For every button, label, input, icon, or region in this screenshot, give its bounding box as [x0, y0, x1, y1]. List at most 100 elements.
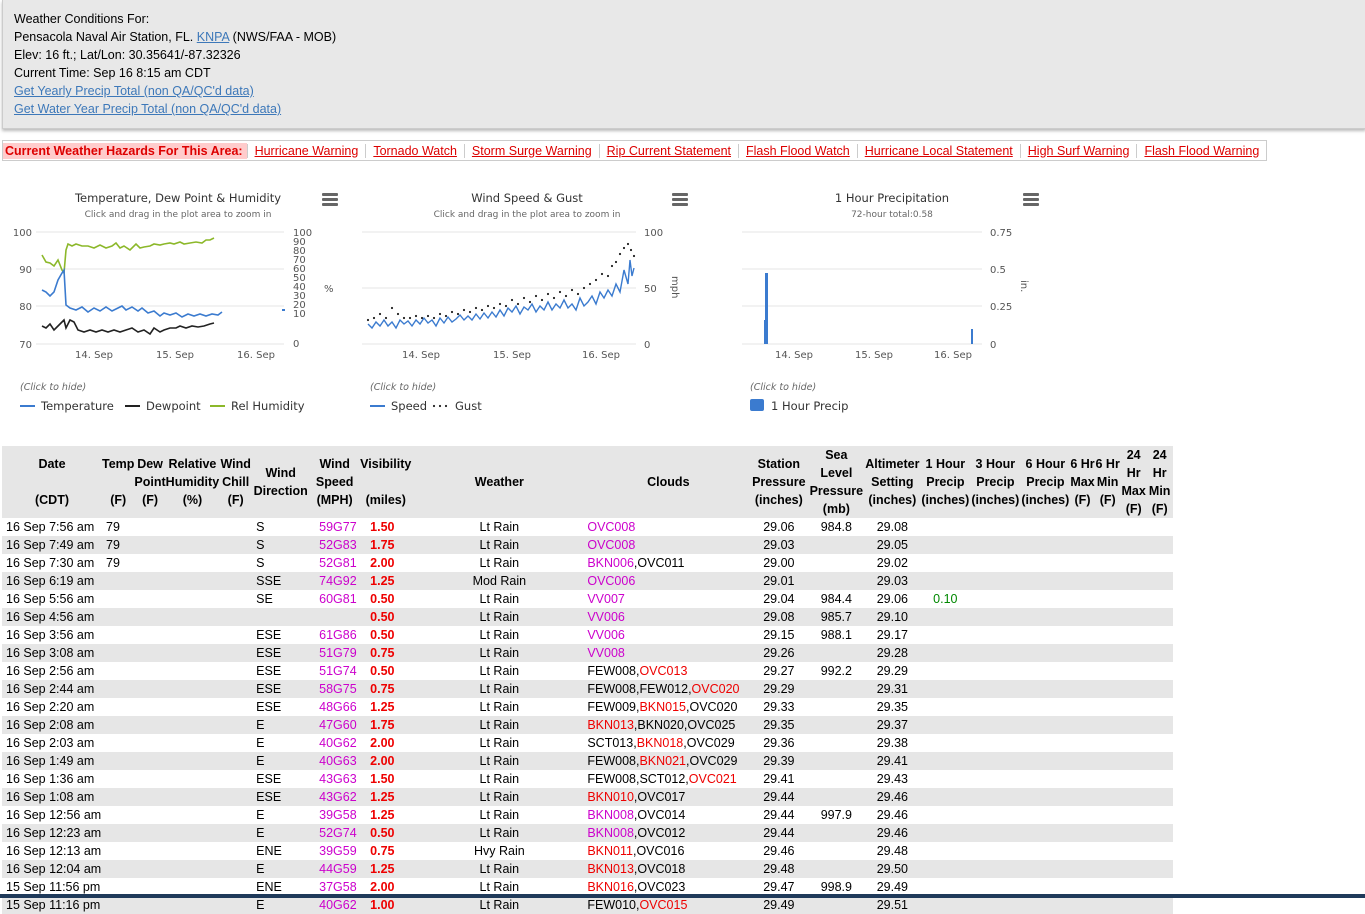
cloud-layer: FEW010, [587, 898, 640, 912]
legend-gust[interactable]: Gust [455, 399, 482, 413]
cell-clouds: VV006 [587, 608, 750, 626]
cell-altimeter: 29.31 [864, 680, 921, 698]
cell-6hr-max [1070, 644, 1095, 662]
cell-6hr-precip [1020, 806, 1071, 824]
cell-wind-chill [219, 896, 253, 914]
cell-altimeter: 29.46 [864, 824, 921, 842]
cell-24hr-max [1120, 806, 1147, 824]
table-row: 16 Sep 12:56 am E 39G58 1.25 Lt Rain BKN008,O… [2, 806, 1173, 824]
cell-sea-level-pressure [808, 716, 865, 734]
hazard-link-flash-flood-warning[interactable]: Flash Flood Warning [1136, 143, 1266, 158]
cell-24hr-min [1146, 752, 1173, 770]
cell-wind-speed [309, 608, 361, 626]
temp-chart-menu-icon[interactable] [322, 193, 338, 207]
cell-rel-humidity [165, 716, 220, 734]
cell-station-pressure: 29.27 [749, 662, 809, 680]
cell-1hr-precip [920, 752, 971, 770]
legend-dewpoint[interactable]: Dewpoint [146, 399, 201, 413]
cell-6hr-min [1094, 896, 1121, 914]
cell-rel-humidity [165, 788, 220, 806]
cell-3hr-precip [970, 572, 1021, 590]
cell-6hr-min [1094, 590, 1121, 608]
cell-date: 16 Sep 5:56 am [2, 590, 102, 608]
th-altimeter: Altimeter Setting (inches) [864, 446, 921, 518]
cell-wind-direction: ESE [252, 626, 310, 644]
hazard-link-hurricane-local-statement[interactable]: Hurricane Local Statement [856, 143, 1020, 158]
cell-24hr-max [1120, 518, 1147, 536]
rh-ytick-10: 10 [293, 309, 306, 320]
cell-clouds: VV008 [587, 644, 750, 662]
cell-clouds: OVC006 [587, 572, 750, 590]
temp-yaxis-right: 100 90 80 70 60 50 40 30 20 10 0 % [293, 228, 334, 350]
table-row: 16 Sep 3:56 am ESE 61G86 0.50 Lt Rain VV006 29… [2, 626, 1173, 644]
hazard-link-tornado-watch[interactable]: Tornado Watch [365, 143, 464, 158]
elevation-latlon: Elev: 16 ft.; Lat/Lon: 30.35641/-87.3232… [14, 48, 241, 62]
hazard-link-storm-surge-warning[interactable]: Storm Surge Warning [463, 143, 599, 158]
cell-wind-chill [219, 536, 253, 554]
temp-ytick-100: 100 [13, 228, 32, 239]
cell-temp [102, 572, 135, 590]
cloud-layer: OVC021 [688, 772, 737, 786]
legend-speed[interactable]: Speed [391, 399, 427, 413]
water-year-precip-link[interactable]: Get Water Year Precip Total (non QA/QC'd… [14, 102, 281, 116]
cell-24hr-max [1120, 680, 1147, 698]
cell-6hr-max [1070, 806, 1095, 824]
cell-6hr-min [1094, 644, 1121, 662]
cell-weather: Lt Rain [411, 806, 588, 824]
hazard-link-hurricane-warning[interactable]: Hurricane Warning [246, 143, 366, 158]
cell-altimeter: 29.06 [864, 590, 921, 608]
cloud-layer: ,OVC017 [633, 790, 686, 804]
cell-24hr-max [1120, 572, 1147, 590]
cell-altimeter: 29.51 [864, 896, 921, 914]
cell-temp [102, 896, 135, 914]
cell-6hr-precip [1020, 626, 1071, 644]
temp-grid [36, 231, 284, 345]
wind-chart-menu-icon[interactable] [672, 193, 688, 207]
cell-6hr-precip [1020, 752, 1071, 770]
cell-weather: Lt Rain [411, 824, 588, 842]
cell-dewpoint [134, 824, 166, 842]
table-row: 16 Sep 12:23 am E 52G74 0.50 Lt Rain BKN008,O… [2, 824, 1173, 842]
cell-rel-humidity [165, 518, 220, 536]
cell-wind-chill [219, 860, 253, 878]
cell-6hr-min [1094, 698, 1121, 716]
table-row: 16 Sep 1:36 am ESE 43G63 1.50 Lt Rain FEW008,… [2, 770, 1173, 788]
cell-rel-humidity [165, 896, 220, 914]
cell-date: 16 Sep 1:36 am [2, 770, 102, 788]
cell-wind-speed: 47G60 [309, 716, 361, 734]
cell-24hr-min [1146, 842, 1173, 860]
precip-chart[interactable]: 1 Hour Precipitation 72-hour total:0.58 … [734, 180, 1064, 420]
hazard-link-rip-current-statement[interactable]: Rip Current Statement [598, 143, 738, 158]
wind-chart-svg[interactable]: Wind Speed & Gust Click and drag in the … [354, 180, 684, 420]
cell-24hr-max [1120, 788, 1147, 806]
cell-clouds: FEW008,SCT012,OVC021 [587, 770, 750, 788]
cell-visibility: 0.50 [360, 608, 412, 626]
wind-chart[interactable]: Wind Speed & Gust Click and drag in the … [354, 180, 688, 420]
precip-chart-menu-icon[interactable] [1023, 193, 1039, 207]
hazard-link-flash-flood-watch[interactable]: Flash Flood Watch [738, 143, 857, 158]
precip-chart-svg[interactable]: 1 Hour Precipitation 72-hour total:0.58 … [734, 180, 1064, 420]
cell-wind-chill [219, 626, 253, 644]
temperature-chart[interactable]: Temperature, Dew Point & Humidity Click … [4, 180, 338, 420]
legend-temperature[interactable]: Temperature [40, 399, 114, 413]
temp-ytick-70: 70 [19, 340, 32, 351]
hazard-link-high-surf-warning[interactable]: High Surf Warning [1019, 143, 1137, 158]
station-id-link[interactable]: KNPA [197, 30, 229, 44]
legend-rel-humidity[interactable]: Rel Humidity [231, 399, 305, 413]
cell-station-pressure: 29.04 [749, 590, 809, 608]
yearly-precip-link[interactable]: Get Yearly Precip Total (non QA/QC'd dat… [14, 84, 254, 98]
cell-6hr-min [1094, 662, 1121, 680]
cell-sea-level-pressure [808, 644, 865, 662]
cloud-layer: ,OVC023 [633, 880, 686, 894]
table-row: 16 Sep 1:49 am E 40G63 2.00 Lt Rain FEW008,BK… [2, 752, 1173, 770]
cell-24hr-max [1120, 842, 1147, 860]
cell-24hr-max [1120, 644, 1147, 662]
cell-wind-chill [219, 590, 253, 608]
station-suffix: (NWS/FAA - MOB) [232, 30, 337, 44]
th-6hr-min: 6 Hr Min (F) [1094, 446, 1121, 518]
th-weather: Weather [411, 446, 588, 518]
cloud-layer: OVC020 [691, 682, 740, 696]
cell-1hr-precip [920, 716, 971, 734]
legend-1hour-precip[interactable]: 1 Hour Precip [771, 399, 848, 413]
temperature-chart-svg[interactable]: Temperature, Dew Point & Humidity Click … [4, 180, 334, 420]
